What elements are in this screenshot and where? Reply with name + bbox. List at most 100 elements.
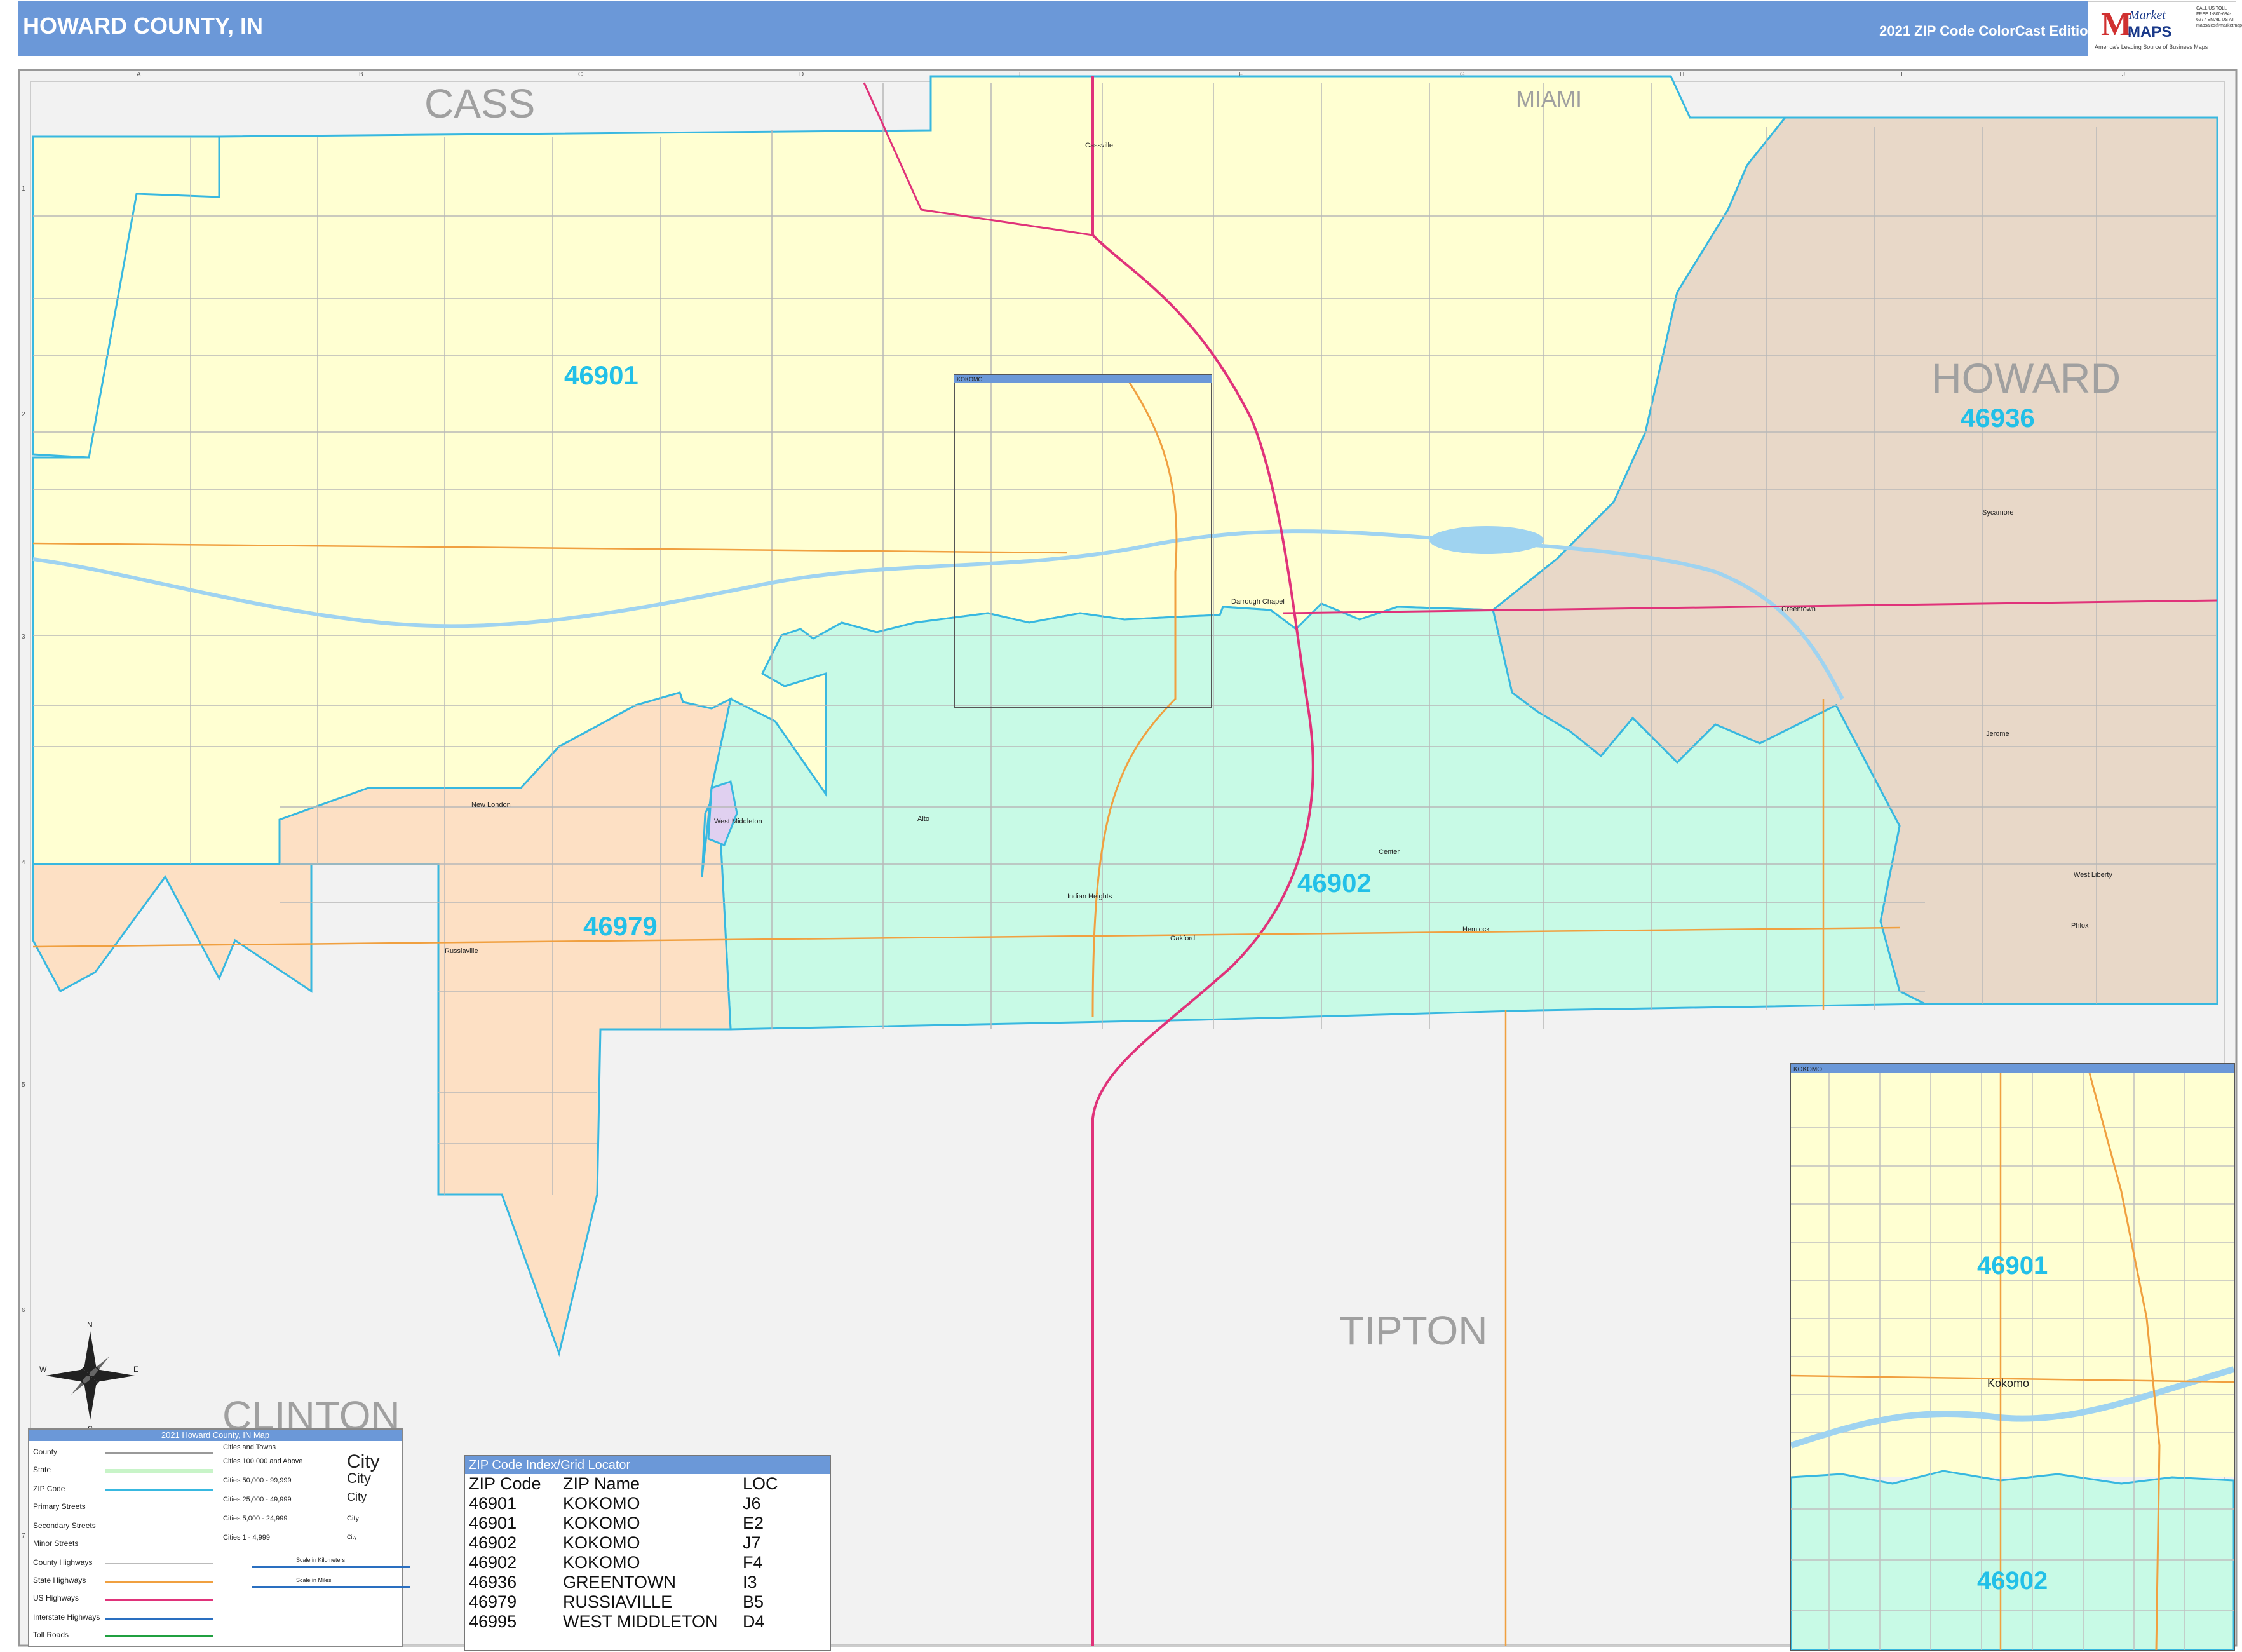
town-phlox: Phlox	[2071, 922, 2089, 930]
grid-col-a: A	[137, 71, 141, 78]
legend-scale-km-bar	[252, 1566, 410, 1568]
legend-scale-km: Scale in Kilometers	[296, 1557, 346, 1563]
grid-col-g: G	[1460, 71, 1465, 78]
table-row: 46979 RUSSIAVILLE B5	[466, 1592, 781, 1612]
table-row: 46901 KOKOMO J6	[466, 1494, 781, 1513]
zip-loc: F4	[743, 1553, 763, 1572]
legend-county-hwy-swatch	[105, 1563, 213, 1564]
town-cassville: Cassville	[1085, 142, 1113, 149]
zip-loc: I3	[743, 1573, 757, 1592]
legend-county: County	[33, 1447, 58, 1456]
town-hemlock: Hemlock	[1462, 926, 1490, 933]
legend-us-hwy: US Highways	[33, 1594, 79, 1602]
zip-name: KOKOMO	[563, 1513, 640, 1533]
town-west-middleton: West Middleton	[714, 818, 762, 825]
legend-city-range-4: Cities 5,000 - 24,999	[223, 1515, 288, 1522]
town-center: Center	[1379, 848, 1400, 856]
legend-city-range-2: Cities 50,000 - 99,999	[223, 1477, 292, 1484]
zip-label-46901: 46901	[564, 360, 638, 390]
legend-county-swatch	[105, 1452, 213, 1454]
legend-minor: Minor Streets	[33, 1539, 79, 1548]
zip-index-table: ZIP Code Index/Grid Locator ZIP Code ZIP…	[464, 1455, 831, 1651]
legend-secondary: Secondary Streets	[33, 1521, 96, 1530]
legend-interstate: Interstate Highways	[33, 1613, 100, 1622]
legend-state-swatch	[105, 1469, 213, 1473]
grid-col-j: J	[2122, 71, 2125, 78]
grid-row-5: 5	[22, 1081, 25, 1088]
grid-col-f: F	[1239, 71, 1243, 78]
legend-city-range-5: Cities 1 - 4,999	[223, 1534, 270, 1541]
legend-city-sample-1: City	[347, 1451, 380, 1472]
inset-zip-label-46902: 46902	[1977, 1567, 2048, 1595]
table-row: 46936 GREENTOWN I3	[466, 1573, 781, 1592]
zip-index-header-row: ZIP Code ZIP Name LOC	[466, 1474, 781, 1494]
legend-us-hwy-swatch	[105, 1599, 213, 1601]
zip-col-header-name: ZIP Name	[563, 1474, 640, 1493]
kokomo-inset-map[interactable]: KOKOMO 46901 Kokomo 46902	[1790, 1063, 2235, 1651]
legend-interstate-swatch	[105, 1618, 213, 1620]
legend-scale-mi-bar	[252, 1586, 410, 1588]
table-row: 46902 KOKOMO J7	[466, 1533, 781, 1553]
region-cass: CASS	[424, 81, 535, 126]
zip-code: 46902	[469, 1553, 517, 1572]
zip-loc: J6	[743, 1494, 761, 1513]
zip-loc: B5	[743, 1592, 764, 1611]
legend-city-sample-2: City	[347, 1470, 371, 1486]
table-row: 46902 KOKOMO F4	[466, 1553, 781, 1573]
inset-zip-46902-area	[1791, 1470, 2234, 1650]
legend-state-hwy: State Highways	[33, 1576, 86, 1585]
kokomo-inset-svg: KOKOMO 46901 Kokomo 46902	[1791, 1064, 2234, 1650]
zip-loc: J7	[743, 1533, 761, 1552]
zip-label-46936: 46936	[1961, 403, 2035, 433]
legend-toll-swatch	[105, 1635, 213, 1637]
legend-scale-mi: Scale in Miles	[296, 1577, 332, 1583]
legend-primary: Primary Streets	[33, 1502, 86, 1511]
inset-title: KOKOMO	[1793, 1066, 1822, 1073]
legend-zip: ZIP Code	[33, 1484, 65, 1493]
town-alto: Alto	[917, 815, 929, 823]
legend-county-hwy: County Highways	[33, 1558, 93, 1567]
legend-state-hwy-swatch	[105, 1581, 213, 1583]
inset-header	[1791, 1064, 2234, 1073]
table-row: 46901 KOKOMO E2	[466, 1513, 781, 1533]
zip-name: KOKOMO	[563, 1533, 640, 1552]
grid-row-3: 3	[22, 633, 25, 640]
region-miami: MIAMI	[1516, 86, 1582, 112]
zip-code: 46901	[469, 1513, 517, 1533]
legend-city-range-1: Cities 100,000 and Above	[223, 1458, 303, 1465]
town-west-liberty: West Liberty	[2074, 871, 2112, 879]
reservoir	[1429, 526, 1544, 554]
town-jerome: Jerome	[1986, 730, 2009, 738]
grid-row-6: 6	[22, 1307, 25, 1314]
map-legend: 2021 Howard County, IN Map County State …	[28, 1428, 410, 1647]
zip-name: WEST MIDDLETON	[563, 1612, 718, 1631]
zip-label-46902: 46902	[1297, 868, 1372, 898]
zip-index-title: ZIP Code Index/Grid Locator	[465, 1456, 830, 1474]
zip-loc: D4	[743, 1612, 765, 1631]
compass-n: N	[87, 1320, 93, 1329]
zip-label-46979: 46979	[583, 911, 658, 941]
zip-col-header-loc: LOC	[743, 1474, 778, 1493]
compass-e: E	[133, 1365, 138, 1374]
legend-cities-header: Cities and Towns	[223, 1444, 276, 1451]
zip-code: 46902	[469, 1533, 517, 1552]
town-greentown: Greentown	[1781, 606, 1816, 613]
legend-city-sample-5: City	[347, 1534, 357, 1540]
zip-name: GREENTOWN	[563, 1573, 677, 1592]
zip-code: 46901	[469, 1494, 517, 1513]
zip-code: 46995	[469, 1612, 517, 1631]
grid-col-c: C	[578, 71, 583, 78]
grid-col-e: E	[1019, 71, 1023, 78]
town-sycamore: Sycamore	[1982, 509, 2014, 517]
grid-col-h: H	[1680, 71, 1684, 78]
grid-row-7: 7	[22, 1533, 25, 1540]
town-oakford: Oakford	[1170, 935, 1195, 942]
town-russiaville: Russiaville	[445, 947, 478, 955]
table-row: 46995 WEST MIDDLETON D4	[466, 1612, 781, 1632]
zip-name: KOKOMO	[563, 1553, 640, 1572]
zip-name: KOKOMO	[563, 1494, 640, 1513]
town-indian-heights: Indian Heights	[1067, 893, 1112, 900]
region-howard: HOWARD	[1931, 355, 2121, 402]
zip-code: 46936	[469, 1573, 517, 1592]
town-new-london: New London	[471, 801, 511, 809]
